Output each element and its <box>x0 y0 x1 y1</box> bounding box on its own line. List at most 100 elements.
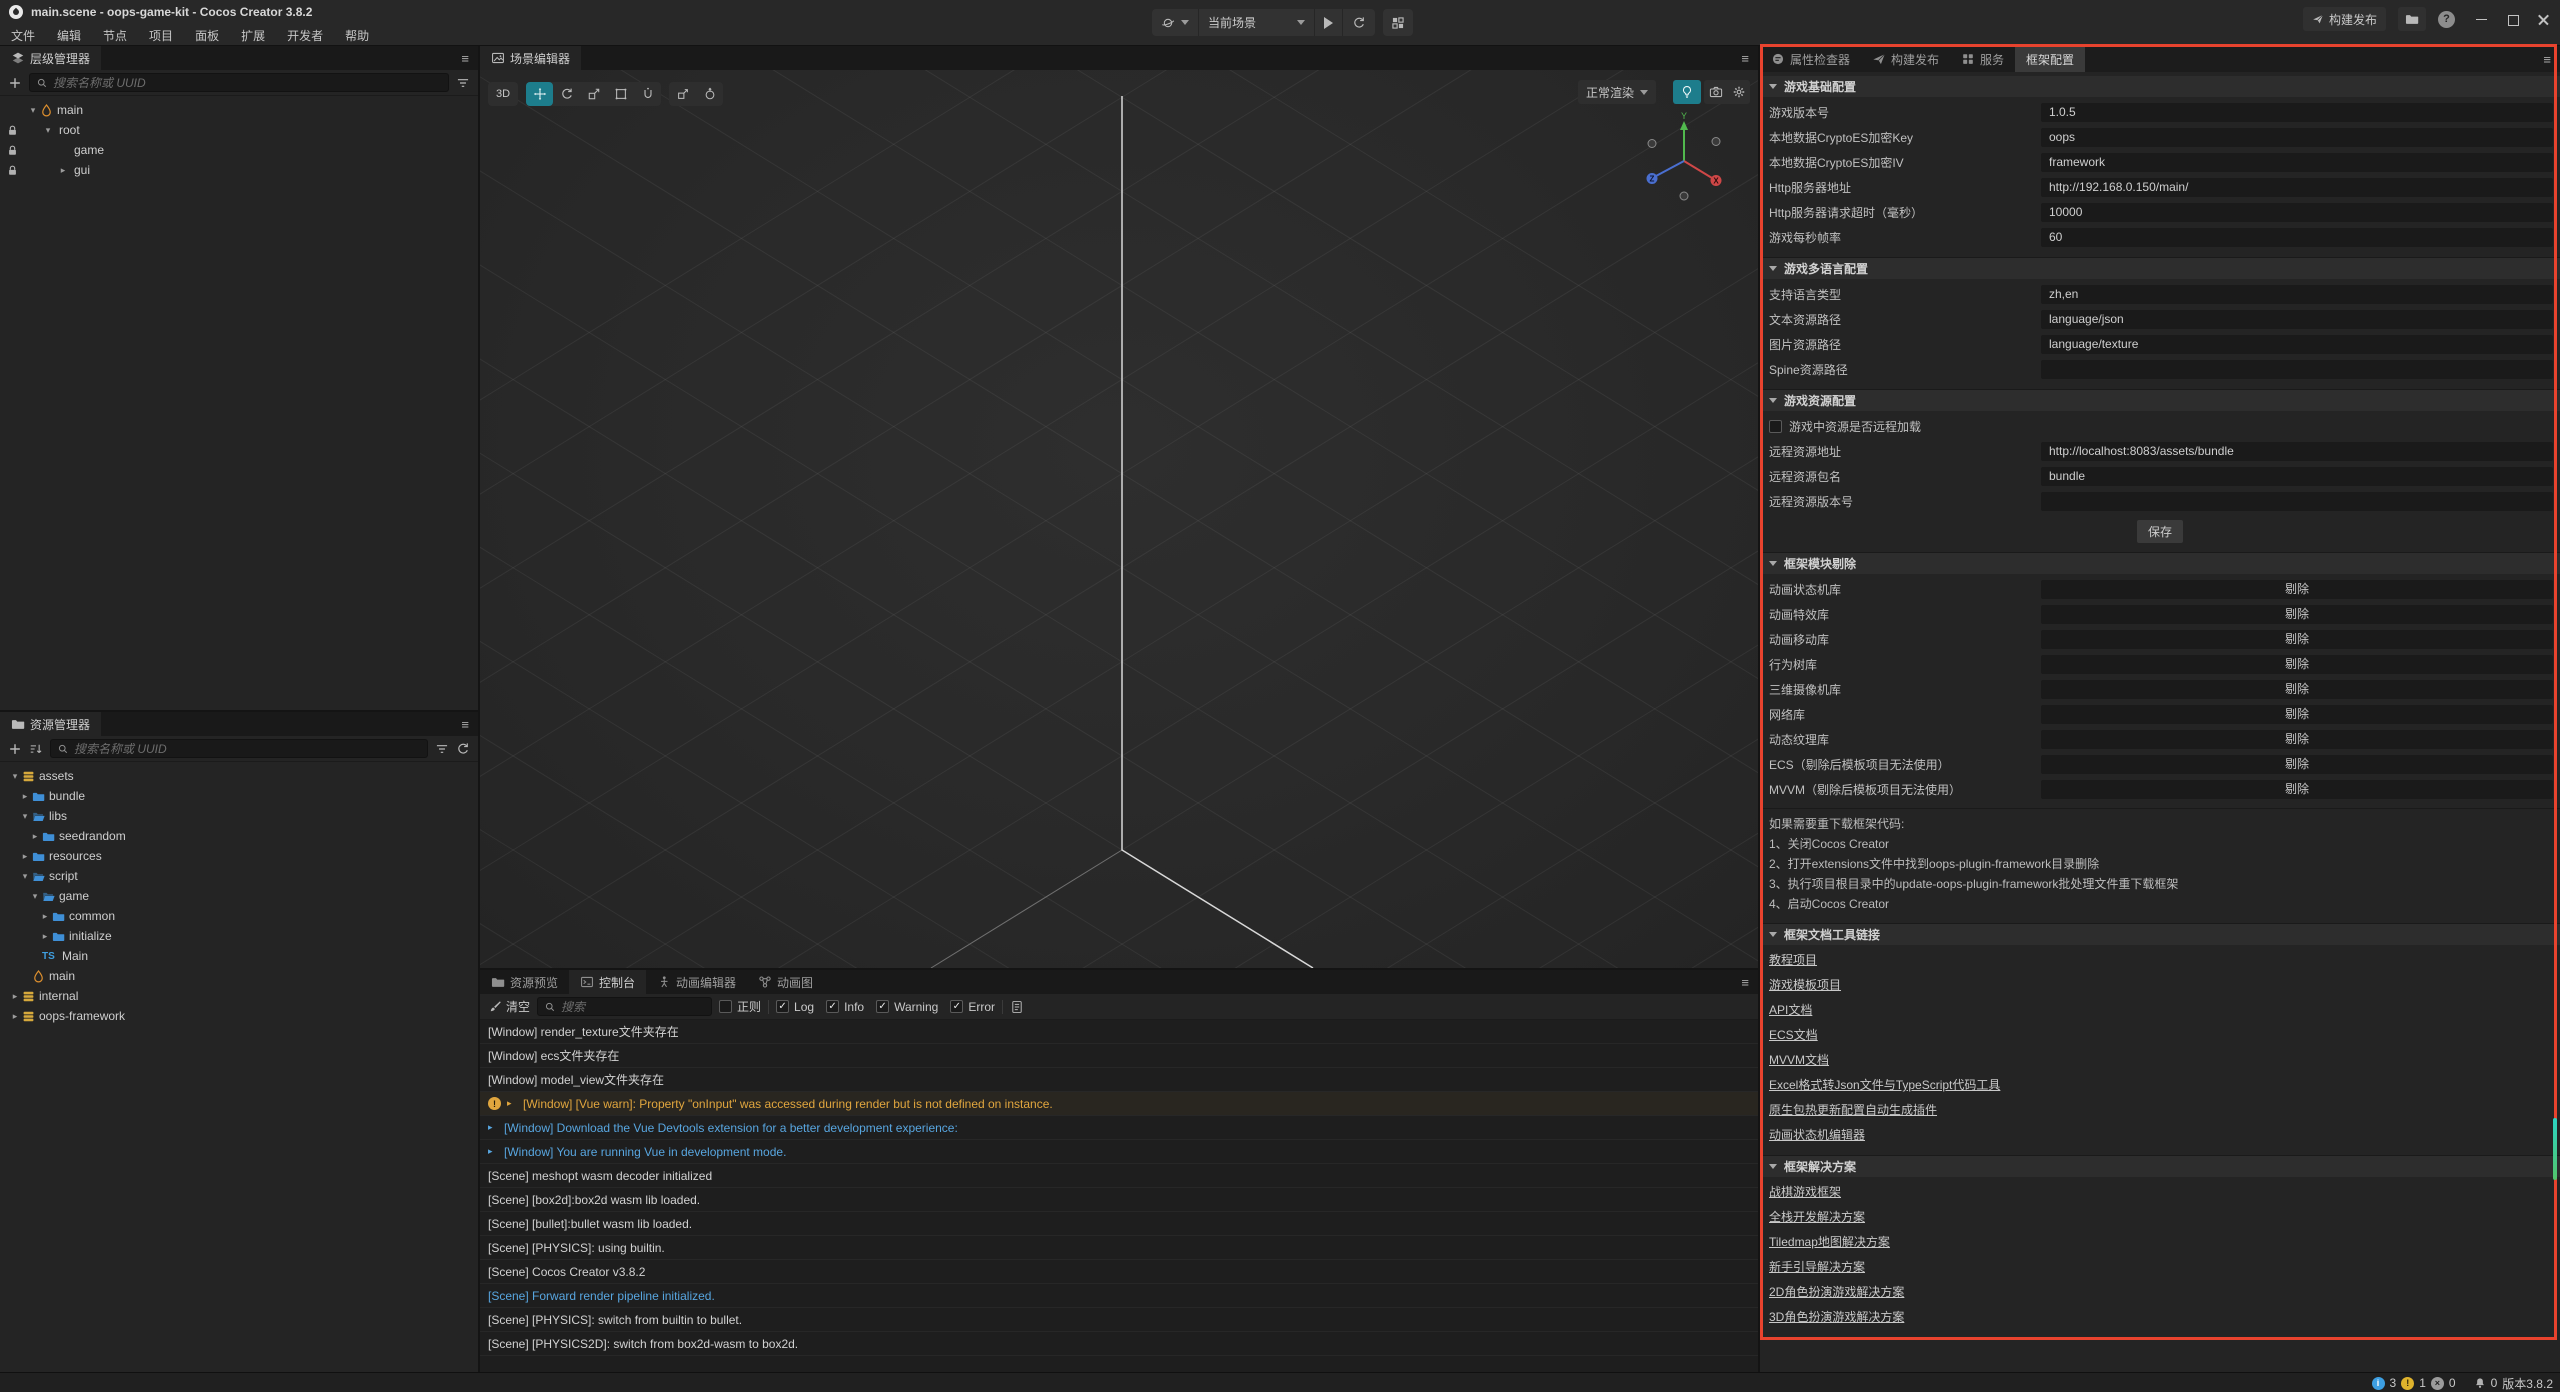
tree-node-root[interactable]: ▾root <box>0 120 478 140</box>
bell-icon[interactable] <box>2474 1377 2486 1389</box>
remove-module-button[interactable]: 剔除 <box>2041 680 2553 699</box>
expand-chevron-icon[interactable]: ▾ <box>18 811 32 822</box>
expand-chevron-icon[interactable]: ▾ <box>28 891 42 902</box>
hierarchy-search-box[interactable] <box>29 73 449 92</box>
text-input[interactable]: http://192.168.0.150/main/ <box>2041 178 2553 197</box>
remove-module-button[interactable]: 剔除 <box>2041 755 2553 774</box>
console-search-box[interactable] <box>537 997 712 1016</box>
text-input[interactable]: 10000 <box>2041 203 2553 222</box>
checkbox[interactable]: ✓ <box>776 1000 789 1013</box>
doc-link[interactable]: 战棋游戏框架 <box>1769 1180 1841 1205</box>
hierarchy-search-input[interactable] <box>53 76 442 90</box>
text-input[interactable]: language/texture <box>2041 335 2553 354</box>
remove-module-button[interactable]: 剔除 <box>2041 605 2553 624</box>
expand-chevron-icon[interactable]: ▾ <box>26 105 40 116</box>
info-icon[interactable]: i <box>2372 1377 2385 1390</box>
tab-属性检查器[interactable]: 属性检查器 <box>1760 46 1861 72</box>
expand-chevron-icon[interactable]: ▸ <box>18 791 32 802</box>
save-button[interactable]: 保存 <box>2136 519 2184 544</box>
render-mode-dropdown[interactable]: 正常渲染 <box>1578 80 1656 104</box>
checkbox[interactable]: ✓ <box>950 1000 963 1013</box>
assets-search-box[interactable] <box>50 739 428 758</box>
camera-settings-button[interactable] <box>1704 80 1727 104</box>
filter-Info[interactable]: ✓Info <box>826 1000 864 1014</box>
panel-menu-icon[interactable]: ≡ <box>1741 975 1758 990</box>
section-header[interactable]: 游戏资源配置 <box>1760 390 2560 411</box>
expand-chevron-icon[interactable]: ▾ <box>8 771 22 782</box>
menu-item-帮助[interactable]: 帮助 <box>334 27 380 44</box>
menu-item-节点[interactable]: 节点 <box>92 27 138 44</box>
menu-item-项目[interactable]: 项目 <box>138 27 184 44</box>
filter-Log[interactable]: ✓Log <box>776 1000 814 1014</box>
tree-node-main[interactable]: ▾main <box>0 100 478 120</box>
section-header[interactable]: 框架解决方案 <box>1760 1156 2560 1177</box>
log-file-icon[interactable] <box>1010 1000 1024 1014</box>
tree-node-game[interactable]: ▾game <box>0 886 478 906</box>
expand-chevron-icon[interactable]: ▸ <box>8 1011 22 1022</box>
doc-link[interactable]: Excel格式转Json文件与TypeScript代码工具 <box>1769 1073 2000 1098</box>
dimension-toggle-button[interactable]: 3D <box>488 82 518 106</box>
lighting-toggle-button[interactable] <box>1673 80 1701 104</box>
remove-module-button[interactable]: 剔除 <box>2041 655 2553 674</box>
log-row[interactable]: ▸[Window] You are running Vue in develop… <box>480 1140 1758 1164</box>
expand-chevron-icon[interactable]: ▸ <box>488 1122 498 1133</box>
rect-tool-button[interactable] <box>607 82 634 106</box>
log-row[interactable]: [Window] render_texture文件夹存在 <box>480 1020 1758 1044</box>
doc-link[interactable]: 新手引导解决方案 <box>1769 1255 1865 1280</box>
checkbox[interactable]: ✓ <box>826 1000 839 1013</box>
expand-chevron-icon[interactable]: ▸ <box>56 165 70 176</box>
filter-icon[interactable] <box>435 742 449 756</box>
expand-chevron-icon[interactable]: ▸ <box>38 911 52 922</box>
expand-chevron-icon[interactable]: ▸ <box>488 1146 498 1157</box>
doc-link[interactable]: 动画状态机编辑器 <box>1769 1123 1865 1148</box>
log-row[interactable]: [Scene] [bullet]:bullet wasm lib loaded. <box>480 1212 1758 1236</box>
restart-button[interactable] <box>1343 9 1375 36</box>
remove-module-button[interactable]: 剔除 <box>2041 630 2553 649</box>
scrollbar-thumb[interactable] <box>2553 1118 2557 1180</box>
sort-icon[interactable] <box>29 742 43 756</box>
expand-chevron-icon[interactable]: ▸ <box>28 831 42 842</box>
move-tool-button[interactable] <box>526 82 553 106</box>
help-button[interactable]: ? <box>2438 11 2455 28</box>
doc-link[interactable]: 原生包热更新配置自动生成插件 <box>1769 1098 1937 1123</box>
add-asset-icon[interactable] <box>8 742 22 756</box>
ui-transform-tool-button[interactable] <box>634 82 661 106</box>
checkbox[interactable] <box>719 1000 732 1013</box>
text-input[interactable]: http://localhost:8083/assets/bundle <box>2041 442 2553 461</box>
platform-select-button[interactable] <box>1152 9 1199 36</box>
orientation-gizmo[interactable]: Y X Z <box>1638 112 1730 208</box>
coordinate-mode-button[interactable] <box>696 82 723 106</box>
expand-chevron-icon[interactable]: ▾ <box>41 125 55 136</box>
doc-link[interactable]: Tiledmap地图解决方案 <box>1769 1230 1890 1255</box>
doc-link[interactable]: 2D角色扮演游戏解决方案 <box>1769 1280 1904 1305</box>
tab-框架配置[interactable]: 框架配置 <box>2015 46 2085 72</box>
assets-search-input[interactable] <box>74 742 421 756</box>
panel-menu-icon[interactable]: ≡ <box>1741 51 1758 66</box>
expand-chevron-icon[interactable]: ▸ <box>507 1098 517 1109</box>
log-row[interactable]: [Scene] [PHYSICS]: switch from builtin t… <box>480 1308 1758 1332</box>
text-input[interactable] <box>2041 360 2553 379</box>
remove-module-button[interactable]: 剔除 <box>2041 580 2553 599</box>
tree-node-Main[interactable]: TSMain <box>0 946 478 966</box>
tree-node-game[interactable]: game <box>0 140 478 160</box>
tree-node-main[interactable]: main <box>0 966 478 986</box>
tree-node-gui[interactable]: ▸gui <box>0 160 478 180</box>
play-button[interactable] <box>1315 9 1343 36</box>
panel-menu-icon[interactable]: ≡ <box>461 51 478 66</box>
minimize-button[interactable] <box>2475 13 2488 26</box>
tree-node-assets[interactable]: ▾assets <box>0 766 478 786</box>
tree-node-bundle[interactable]: ▸bundle <box>0 786 478 806</box>
menu-item-文件[interactable]: 文件 <box>0 27 46 44</box>
tab-动画编辑器[interactable]: 动画编辑器 <box>646 970 747 994</box>
rotate-tool-button[interactable] <box>553 82 580 106</box>
regex-checkbox[interactable]: 正则 <box>719 998 761 1015</box>
menu-item-扩展[interactable]: 扩展 <box>230 27 276 44</box>
scale-tool-button[interactable] <box>580 82 607 106</box>
log-row[interactable]: [Scene] [box2d]:box2d wasm lib loaded. <box>480 1188 1758 1212</box>
panel-menu-icon[interactable]: ≡ <box>2543 52 2560 67</box>
log-row[interactable]: [Scene] [PHYSICS2D]: switch from box2d-w… <box>480 1332 1758 1356</box>
menu-item-编辑[interactable]: 编辑 <box>46 27 92 44</box>
section-header[interactable]: 游戏多语言配置 <box>1760 258 2560 279</box>
build-publish-button[interactable]: 构建发布 <box>2303 7 2386 31</box>
doc-link[interactable]: 全栈开发解决方案 <box>1769 1205 1865 1230</box>
